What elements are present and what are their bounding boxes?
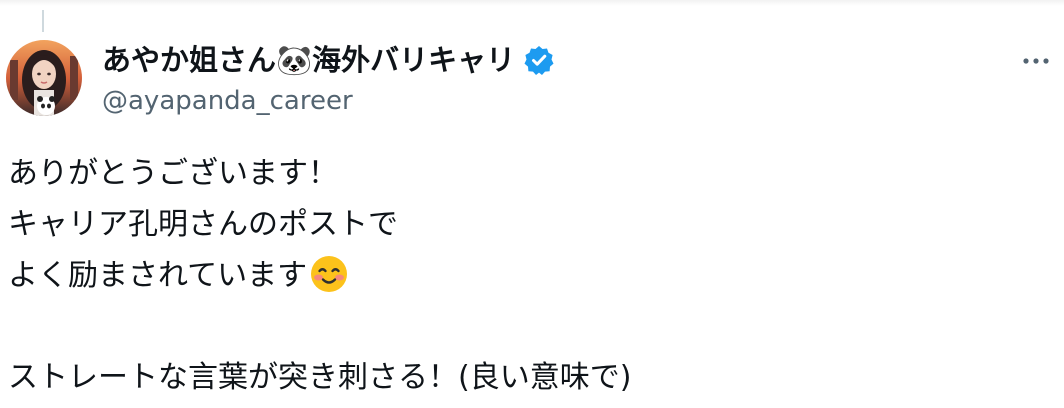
thread-connector-line <box>42 10 44 32</box>
tweet-line-1: ありがとうございます！ <box>8 156 338 191</box>
avatar[interactable] <box>6 40 82 116</box>
display-name-text: あやか姐さん🐼海外バリキャリ <box>102 43 516 77</box>
smiling-face-with-blush-emoji-icon <box>309 254 349 294</box>
tweet-line-3: よく励まされています <box>8 258 308 293</box>
tweet-line-5: ストレートな言葉が突き刺さる！(良い意味で) <box>8 360 632 395</box>
more-options-button[interactable] <box>1014 46 1058 76</box>
tweet-text: ありがとうございます！ キャリア孔明さんのポストで よく励まされています ストレ… <box>8 148 1048 403</box>
author-handle[interactable]: @ayapanda_career <box>102 84 353 118</box>
tweet-line-2: キャリア孔明さんのポストで <box>8 207 398 242</box>
top-edge-shadow <box>0 0 1064 6</box>
more-horizontal-icon <box>1023 58 1049 64</box>
verified-badge-icon[interactable] <box>523 44 555 76</box>
author-display-name[interactable]: あやか姐さん🐼海外バリキャリ <box>102 42 555 78</box>
